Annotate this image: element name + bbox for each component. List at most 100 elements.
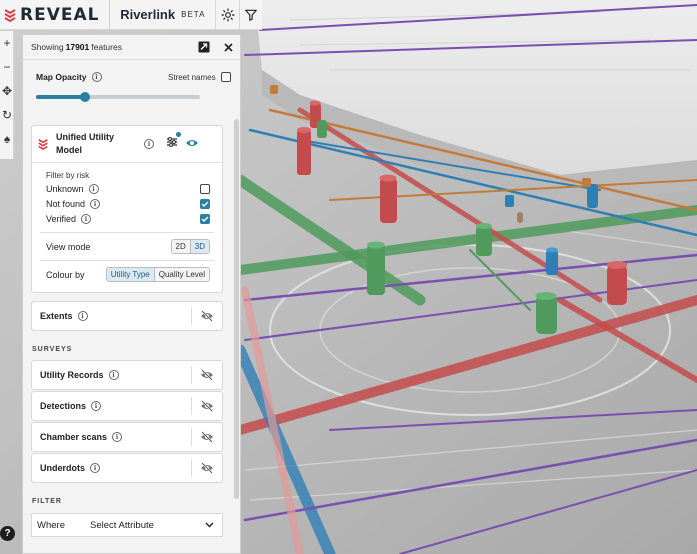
topbar-divider bbox=[109, 0, 111, 30]
top-bar: REVEAL Riverlink BETA bbox=[0, 0, 262, 30]
showing-prefix: Showing bbox=[31, 42, 64, 52]
survey-card-underdots: Underdots i bbox=[31, 453, 223, 483]
risk-unknown-checkbox[interactable] bbox=[200, 184, 210, 194]
layer-visibility-toggle[interactable] bbox=[185, 135, 199, 153]
close-panel-button[interactable] bbox=[216, 35, 240, 59]
filter-by-risk-label: Filter by risk bbox=[46, 171, 90, 180]
colour-by-label: Colour by bbox=[46, 269, 85, 280]
colour-by-toggle: Utility Type Quality Level bbox=[105, 267, 210, 282]
where-label: Where bbox=[37, 519, 65, 531]
filter-section-title: FILTER bbox=[32, 498, 62, 505]
extents-card: Extents i bbox=[31, 301, 223, 331]
risk-option-verified[interactable]: Verified i bbox=[32, 209, 222, 232]
risk-verified-checkbox[interactable] bbox=[200, 214, 210, 224]
layer-title: Unified Utility Model bbox=[56, 132, 114, 155]
map-opacity-slider[interactable] bbox=[36, 92, 200, 102]
layer-settings-button[interactable] bbox=[166, 132, 181, 153]
info-icon[interactable]: i bbox=[90, 463, 100, 473]
survey-visibility-toggle[interactable] bbox=[192, 361, 222, 389]
image-export-icon bbox=[198, 41, 210, 53]
info-icon[interactable]: i bbox=[90, 199, 101, 209]
survey-label: Underdots bbox=[40, 463, 85, 473]
panel-header: Showing 17901 features bbox=[23, 35, 240, 60]
notification-dot bbox=[176, 132, 181, 137]
info-icon[interactable]: i bbox=[108, 370, 119, 380]
help-button[interactable]: ? bbox=[0, 526, 15, 541]
brand-name: REVEAL bbox=[20, 4, 100, 25]
layer-card-unified-utility-model: Unified Utility Model i Filter by risk U… bbox=[31, 125, 223, 293]
survey-visibility-toggle[interactable] bbox=[192, 392, 222, 420]
info-icon[interactable]: i bbox=[77, 311, 88, 321]
sliders-icon bbox=[167, 137, 177, 147]
street-names-checkbox[interactable] bbox=[220, 72, 231, 82]
info-icon[interactable]: i bbox=[91, 401, 102, 411]
risk-option-label: Not found bbox=[46, 199, 86, 209]
eye-icon bbox=[186, 140, 198, 146]
layers-panel: Showing 17901 features Map Opacity i Str… bbox=[22, 34, 241, 554]
survey-card-utility-records: Utility Records i bbox=[31, 360, 223, 390]
map-tool-strip: + − ✥ ↻ ♠ bbox=[0, 31, 14, 159]
view-mode-row: View mode 2D 3D bbox=[32, 233, 222, 260]
layer-header: Unified Utility Model i bbox=[32, 126, 222, 162]
risk-option-unknown[interactable]: Unknown i bbox=[32, 180, 222, 194]
info-icon[interactable]: i bbox=[91, 72, 102, 82]
close-icon bbox=[223, 42, 233, 52]
view-mode-3d-button[interactable]: 3D bbox=[189, 240, 209, 253]
map-opacity-row: Map Opacity i bbox=[36, 72, 102, 82]
extents-visibility-toggle[interactable] bbox=[192, 302, 222, 330]
showing-suffix: features bbox=[91, 42, 122, 52]
info-icon[interactable]: i bbox=[81, 214, 92, 224]
survey-visibility-toggle[interactable] bbox=[192, 454, 222, 482]
compass-button[interactable]: ♠ bbox=[0, 127, 14, 151]
zoom-out-button[interactable]: − bbox=[0, 55, 14, 79]
check-icon bbox=[201, 216, 209, 222]
view-mode-toggle: 2D 3D bbox=[170, 239, 210, 254]
survey-label: Chamber scans bbox=[40, 432, 108, 442]
pan-tool-button[interactable]: ✥ bbox=[0, 79, 14, 103]
chevron-down-icon[interactable] bbox=[205, 522, 214, 528]
settings-button[interactable] bbox=[215, 0, 238, 30]
info-icon[interactable]: i bbox=[144, 139, 154, 149]
eye-off-icon bbox=[201, 431, 213, 443]
filter-button[interactable] bbox=[238, 0, 262, 30]
eye-off-icon bbox=[201, 310, 213, 322]
attribute-select[interactable]: Select Attribute bbox=[90, 520, 205, 531]
rotate-tool-button[interactable]: ↻ bbox=[0, 103, 14, 127]
feature-count: 17901 bbox=[65, 42, 90, 52]
panel-scrollbar[interactable] bbox=[234, 119, 239, 499]
reveal-logo-icon bbox=[4, 8, 16, 22]
zoom-in-button[interactable]: + bbox=[0, 31, 14, 55]
eye-off-icon bbox=[201, 369, 213, 381]
export-button[interactable] bbox=[192, 35, 216, 59]
eye-off-icon bbox=[201, 462, 213, 474]
survey-card-chamber-scans: Chamber scans i bbox=[31, 422, 223, 452]
risk-option-not-found[interactable]: Not found i bbox=[32, 194, 222, 209]
survey-label: Utility Records bbox=[40, 370, 104, 380]
risk-option-label: Verified bbox=[46, 214, 77, 224]
slider-thumb[interactable] bbox=[80, 92, 91, 102]
funnel-icon bbox=[245, 9, 257, 21]
risk-option-label: Unknown bbox=[46, 184, 84, 194]
colour-by-utility-type-button[interactable]: Utility Type bbox=[106, 268, 154, 281]
brand-logo[interactable]: REVEAL bbox=[0, 0, 99, 30]
colour-by-quality-level-button[interactable]: Quality Level bbox=[153, 268, 209, 281]
info-icon[interactable]: i bbox=[88, 184, 99, 194]
layer-logo-icon bbox=[38, 139, 48, 150]
extents-label: Extents bbox=[40, 311, 73, 321]
survey-card-detections: Detections i bbox=[31, 391, 223, 421]
slider-fill bbox=[36, 95, 86, 99]
risk-not-found-checkbox[interactable] bbox=[200, 199, 210, 209]
project-name[interactable]: Riverlink bbox=[120, 7, 175, 22]
map-opacity-label: Map Opacity bbox=[36, 72, 87, 82]
survey-visibility-toggle[interactable] bbox=[192, 423, 222, 451]
info-icon[interactable]: i bbox=[112, 432, 123, 442]
street-names-label: Street names bbox=[168, 72, 216, 82]
check-icon bbox=[201, 201, 209, 207]
eye-off-icon bbox=[201, 400, 213, 412]
surveys-section-title: SURVEYS bbox=[32, 346, 73, 353]
street-names-row: Street names bbox=[168, 72, 231, 82]
beta-badge: BETA bbox=[181, 10, 206, 19]
filter-where-row: Where Select Attribute bbox=[31, 513, 223, 537]
colour-by-row: Colour by Utility Type Quality Level bbox=[32, 261, 222, 282]
view-mode-2d-button[interactable]: 2D bbox=[171, 240, 190, 253]
